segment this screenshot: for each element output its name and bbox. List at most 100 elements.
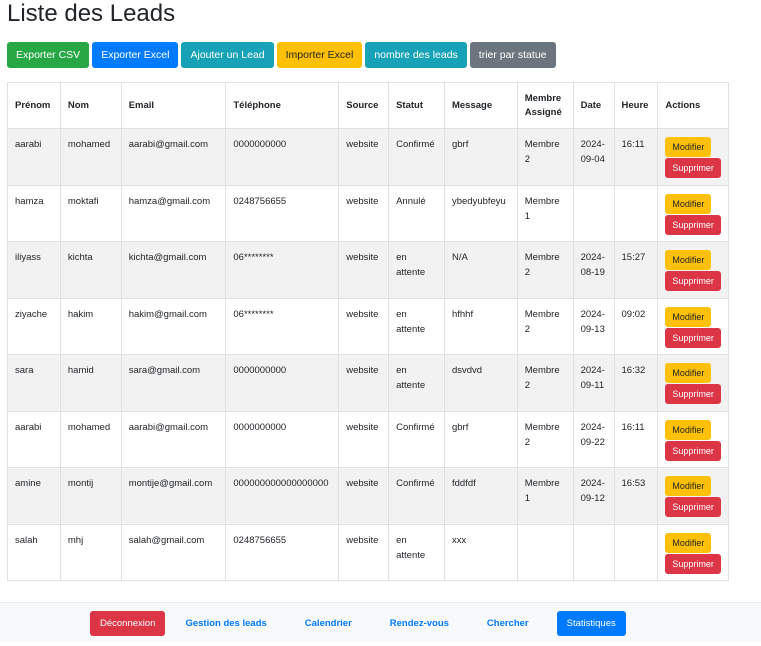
cell-source: website (338, 467, 390, 525)
cell-message: fddfdf (443, 467, 518, 525)
column-header: Message (443, 82, 518, 129)
cell-email: sara@gmail.com (120, 354, 227, 412)
edit-lead-button[interactable]: Modifier (665, 476, 712, 496)
cell-actions: Modifier Supprimer (657, 184, 729, 242)
count-leads-button[interactable]: nombre des leads (365, 42, 467, 68)
cell-message: hfhhf (443, 297, 518, 355)
cell-heure: 16:53 (613, 467, 659, 525)
cell-message: dsvdvd (443, 354, 518, 412)
nav-link-search[interactable]: Chercher (477, 611, 539, 636)
cell-date (572, 523, 615, 581)
column-header: Nom (59, 82, 122, 129)
cell-actions: Modifier Supprimer (657, 467, 729, 525)
cell-email: kichta@gmail.com (120, 241, 227, 299)
cell-membre: Membre 1 (516, 184, 574, 242)
add-lead-button[interactable]: Ajouter un Lead (181, 42, 274, 68)
delete-lead-button[interactable]: Supprimer (665, 158, 721, 178)
cell-heure: 15:27 (613, 241, 659, 299)
nav-link-manage-leads[interactable]: Gestion des leads (175, 611, 276, 636)
cell-date (572, 184, 615, 242)
cell-statut: en attente (388, 297, 445, 355)
table-row: aarabi mohamed aarabi@gmail.com 00000000… (7, 128, 729, 186)
cell-source: website (338, 523, 390, 581)
cell-nom: mhj (59, 523, 122, 581)
cell-telephone: 06******** (225, 241, 340, 299)
cell-heure: 09:02 (613, 297, 659, 355)
cell-statut: Confirmé (388, 467, 445, 525)
export-csv-button[interactable]: Exporter CSV (7, 42, 90, 68)
table-row: hamza moktafi hamza@gmail.com 0248756655… (7, 184, 729, 242)
edit-lead-button[interactable]: Modifier (665, 363, 712, 383)
column-header: Membre Assigné (516, 82, 574, 129)
cell-actions: Modifier Supprimer (657, 354, 729, 412)
edit-lead-button[interactable]: Modifier (665, 137, 712, 157)
delete-lead-button[interactable]: Supprimer (665, 214, 721, 235)
cell-prenom: aarabi (7, 128, 61, 186)
cell-membre: Membre 2 (516, 241, 574, 299)
leads-table: Prénom Nom Email Téléphone Source Statut… (7, 82, 729, 581)
delete-lead-button[interactable]: Supprimer (665, 553, 721, 574)
nav-link-calendar[interactable]: Calendrier (295, 611, 362, 636)
cell-nom: hamid (59, 354, 122, 412)
cell-telephone: 0248756655 (225, 523, 340, 581)
edit-lead-button[interactable]: Modifier (665, 250, 712, 270)
bottom-nav: Déconnexion Gestion des leads Calendrier… (0, 602, 761, 642)
cell-statut: Confirmé (388, 128, 445, 186)
cell-telephone: 0248756655 (225, 184, 340, 242)
delete-lead-button[interactable]: Supprimer (665, 327, 721, 348)
cell-membre (516, 523, 574, 581)
row-actions: Modifier Supprimer (665, 250, 721, 291)
delete-lead-button[interactable]: Supprimer (665, 271, 721, 291)
statistics-button[interactable]: Statistiques (556, 611, 626, 636)
import-excel-button[interactable]: Importer Excel (276, 42, 363, 68)
cell-prenom: iliyass (7, 241, 61, 299)
sort-status-button[interactable]: trier par statue (469, 42, 556, 68)
cell-email: hamza@gmail.com (120, 184, 227, 242)
cell-message: N/A (443, 241, 518, 299)
cell-source: website (338, 184, 390, 242)
delete-lead-button[interactable]: Supprimer (665, 497, 721, 517)
cell-heure (613, 523, 659, 581)
table-header-row: Prénom Nom Email Téléphone Source Statut… (7, 82, 729, 129)
cell-date: 2024-09-13 (572, 297, 615, 355)
cell-prenom: aarabi (7, 410, 61, 468)
cell-nom: hakim (59, 297, 122, 355)
edit-lead-button[interactable]: Modifier (665, 532, 712, 553)
cell-nom: mohamed (59, 128, 122, 186)
edit-lead-button[interactable]: Modifier (665, 419, 712, 440)
cell-heure: 16:11 (613, 410, 659, 468)
page-title: Liste des Leads (7, 0, 176, 27)
delete-lead-button[interactable]: Supprimer (665, 440, 721, 461)
column-header: Prénom (7, 82, 61, 129)
cell-statut: en attente (388, 523, 445, 581)
row-actions: Modifier Supprimer (665, 137, 721, 178)
cell-statut: en attente (388, 354, 445, 412)
delete-lead-button[interactable]: Supprimer (665, 384, 721, 404)
toolbar: Exporter CSV Exporter Excel Ajouter un L… (7, 42, 556, 68)
cell-nom: moktafi (59, 184, 122, 242)
cell-email: salah@gmail.com (120, 523, 227, 581)
row-actions: Modifier Supprimer (665, 532, 721, 574)
cell-source: website (338, 354, 390, 412)
cell-heure: 16:32 (613, 354, 659, 412)
cell-message: ybedyubfeyu (443, 184, 518, 242)
row-actions: Modifier Supprimer (665, 193, 721, 235)
cell-prenom: ziyache (7, 297, 61, 355)
edit-lead-button[interactable]: Modifier (665, 306, 712, 327)
cell-statut: Annulé (388, 184, 445, 242)
table-row: iliyass kichta kichta@gmail.com 06******… (7, 241, 729, 299)
cell-statut: Confirmé (388, 410, 445, 468)
nav-items: Déconnexion Gestion des leads Calendrier… (90, 611, 626, 636)
column-header: Source (338, 82, 390, 129)
cell-membre: Membre 2 (516, 128, 574, 186)
cell-date: 2024-09-04 (572, 128, 615, 186)
cell-email: montije@gmail.com (120, 467, 227, 525)
logout-button[interactable]: Déconnexion (90, 611, 166, 636)
cell-actions: Modifier Supprimer (657, 241, 729, 299)
cell-message: xxx (443, 523, 518, 581)
cell-membre: Membre 1 (516, 467, 574, 525)
nav-link-appointments[interactable]: Rendez-vous (380, 611, 459, 636)
column-header: Statut (388, 82, 445, 129)
edit-lead-button[interactable]: Modifier (665, 193, 712, 214)
export-excel-button[interactable]: Exporter Excel (92, 42, 179, 68)
